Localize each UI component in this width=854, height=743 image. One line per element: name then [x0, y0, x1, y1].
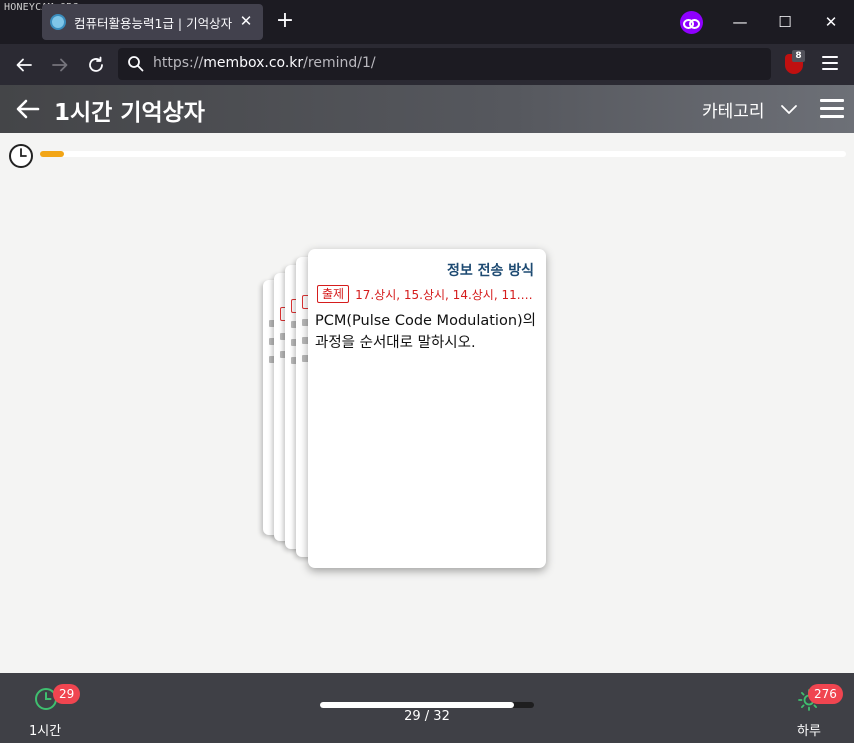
url-prefix: https://	[153, 55, 204, 71]
extension-badge: 8	[792, 50, 805, 62]
window-close-icon[interactable]: ✕	[819, 10, 843, 34]
tab-title: 컴퓨터활용능력1급 | 기억상자	[74, 15, 233, 31]
chevron-down-icon[interactable]	[780, 100, 798, 118]
card-question: PCM(Pulse Code Modulation)의 과정을 순서대로 말하시…	[315, 313, 537, 351]
back-arrow-icon	[16, 58, 32, 72]
exam-sources: 17.상시, 15.상시, 14.상시, 11.9,…	[355, 287, 539, 302]
app-header: 1시간 기억상자 카테고리	[0, 85, 854, 133]
card-progress-fill	[320, 702, 514, 708]
card-category: 정보 전송 방식	[446, 263, 534, 279]
main-content: 정보 전송 방식 출제 17.상시, 15.상시, 14.상시, 11.9,… …	[0, 133, 854, 673]
category-dropdown[interactable]: 카테고리	[702, 97, 765, 122]
tab-close-icon[interactable]: ✕	[237, 12, 255, 30]
back-arrow-icon[interactable]	[14, 95, 42, 123]
timer-progress-bar	[40, 151, 846, 157]
flash-card[interactable]: 정보 전송 방식 출제 17.상시, 15.상시, 14.상시, 11.9,… …	[308, 249, 546, 568]
reload-button[interactable]	[83, 52, 109, 78]
globe-favicon-icon	[50, 14, 66, 30]
url-text: https://membox.co.kr/remind/1/	[153, 55, 376, 71]
url-path: /remind/1/	[303, 55, 376, 71]
timer-icon	[9, 144, 33, 168]
search-icon	[128, 56, 144, 72]
browser-tab-bar: HONEYCAM.ORG 컴퓨터활용능력1급 | 기억상자 ✕ + — ☐ ✕	[0, 0, 854, 44]
hamburger-icon[interactable]	[820, 99, 844, 119]
new-tab-button[interactable]: +	[274, 10, 296, 32]
reload-icon	[89, 56, 103, 72]
browser-tab[interactable]: 컴퓨터활용능력1급 | 기억상자 ✕	[42, 4, 263, 40]
address-bar[interactable]: https://membox.co.kr/remind/1/	[118, 48, 771, 80]
timer-progress-fill	[40, 151, 65, 157]
one-hour-label: 1시간	[29, 724, 62, 739]
maximize-icon[interactable]: ☐	[773, 10, 797, 34]
url-domain: membox.co.kr	[203, 55, 304, 71]
minimize-icon[interactable]: —	[728, 10, 752, 34]
forward-button[interactable]	[47, 52, 73, 78]
menu-icon[interactable]	[822, 56, 838, 72]
card-meta: 출제 17.상시, 15.상시, 14.상시, 11.9,…	[317, 285, 539, 303]
one-hour-badge: 29	[53, 684, 81, 704]
page-title: 1시간 기억상자	[54, 100, 205, 126]
forward-arrow-icon	[52, 58, 68, 72]
card-progress-text: 29 / 32	[404, 709, 450, 724]
private-mask-icon	[680, 11, 703, 34]
back-button[interactable]	[11, 52, 37, 78]
card-progress-bar	[320, 702, 534, 708]
one-day-label: 하루	[797, 724, 821, 739]
exam-tag: 출제	[317, 285, 350, 303]
browser-nav-bar: https://membox.co.kr/remind/1/ 8	[0, 44, 854, 85]
one-day-badge: 276	[808, 684, 843, 704]
footer-bar: 29 1시간 29 / 32 276 하루	[0, 673, 854, 743]
